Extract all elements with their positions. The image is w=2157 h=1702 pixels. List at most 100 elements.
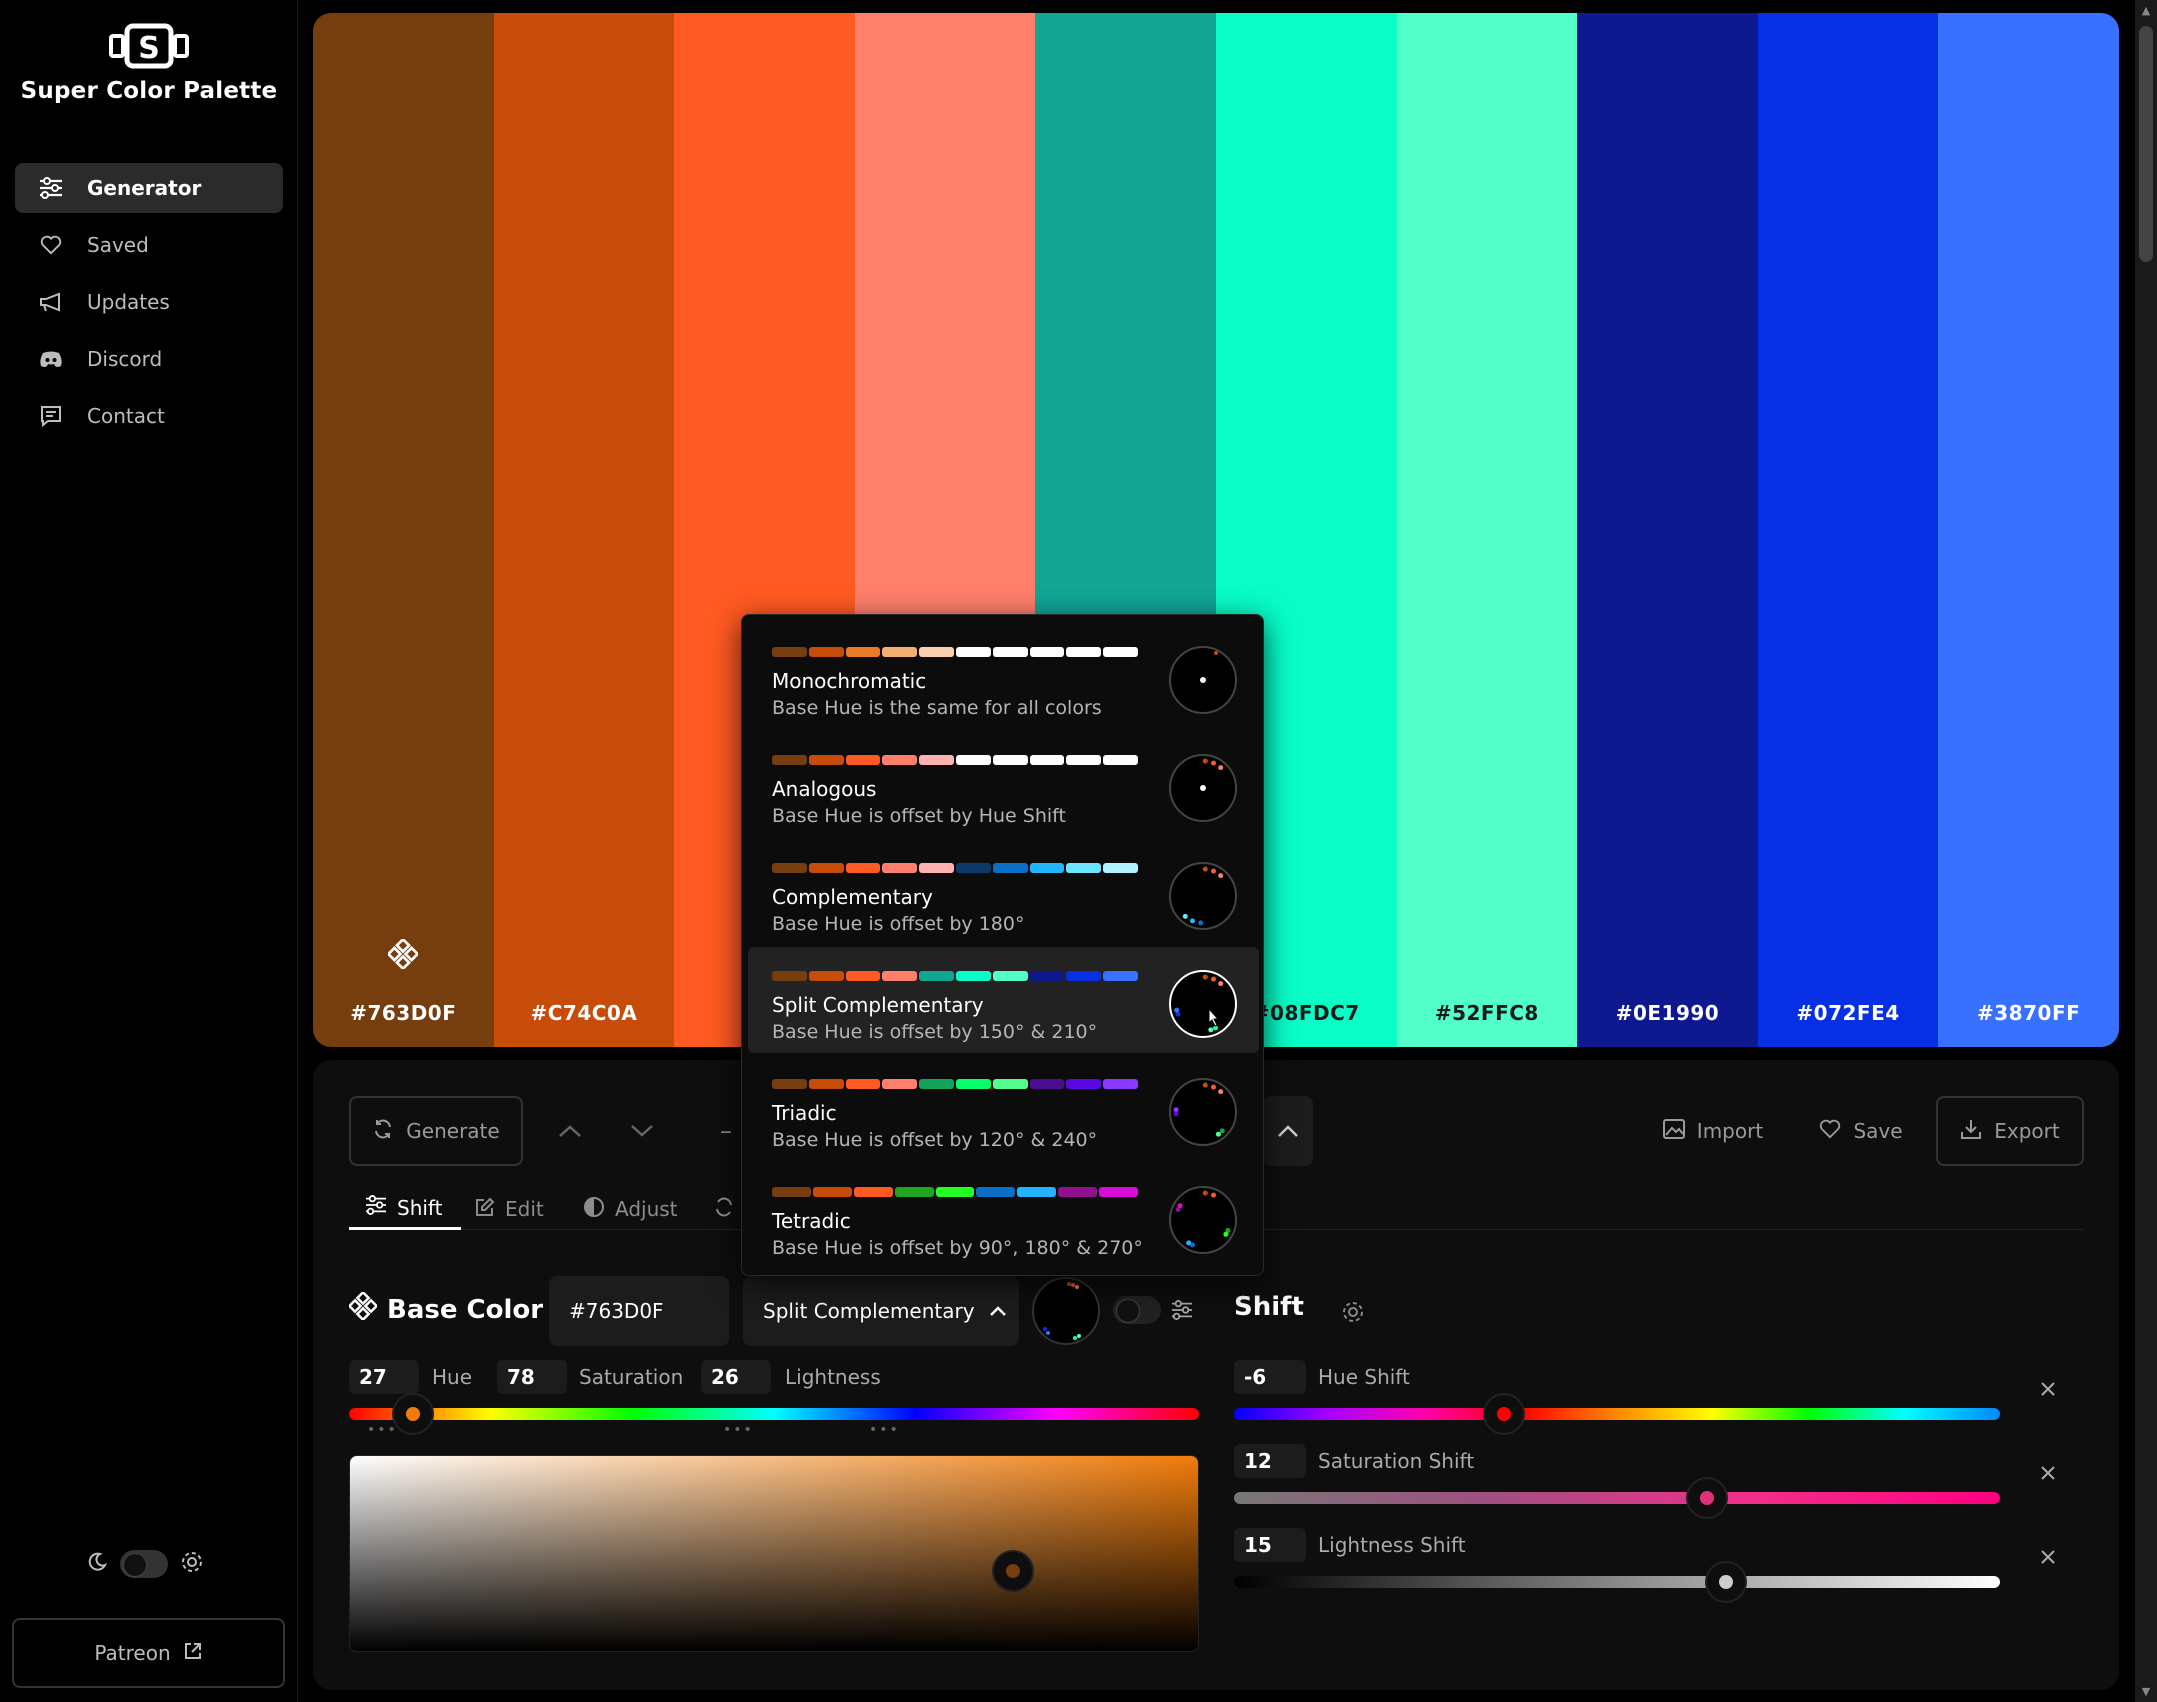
- import-button[interactable]: Import: [1653, 1096, 1773, 1166]
- close-icon[interactable]: [2033, 1542, 2063, 1572]
- preview-chip: [772, 755, 807, 765]
- gear-icon[interactable]: [180, 1550, 204, 1578]
- close-icon[interactable]: [2033, 1374, 2063, 1404]
- scheme-option-description: Base Hue is offset by 90°, 180° & 270°: [772, 1237, 1143, 1259]
- sliders-icon: [365, 1195, 387, 1220]
- scheme-wheel-icon: [1168, 861, 1238, 935]
- scrollbar[interactable]: ▲ ▼: [2135, 0, 2157, 1702]
- patreon-button[interactable]: Patreon: [12, 1618, 285, 1688]
- swatch-hex-label[interactable]: #52FFC8: [1397, 1001, 1578, 1025]
- scheme-option-split-complementary[interactable]: Split Complementary Base Hue is offset by…: [748, 947, 1259, 1053]
- lightness-shift-slider-thumb[interactable]: [1705, 1561, 1748, 1603]
- scheme-option-name: Complementary: [772, 885, 933, 909]
- swatch-hex-label[interactable]: #C74C0A: [494, 1001, 675, 1025]
- image-icon: [1662, 1118, 1685, 1144]
- hue-slider-thumb[interactable]: [391, 1393, 434, 1435]
- lightness-input[interactable]: 26: [701, 1360, 771, 1394]
- saturation-shift-label: Saturation Shift: [1318, 1449, 1475, 1473]
- scheme-toggle[interactable]: [1113, 1296, 1161, 1324]
- refresh-icon: [372, 1118, 394, 1145]
- chevron-up-icon[interactable]: [550, 1111, 590, 1151]
- swatch-hex-label[interactable]: #3870FF: [1938, 1001, 2119, 1025]
- sidebar-item-updates[interactable]: Updates: [15, 277, 283, 327]
- color-swatch[interactable]: #C74C0A: [493, 13, 675, 1047]
- preview-chip: [992, 971, 1028, 981]
- preview-chip: [845, 971, 881, 981]
- scheme-dropdown: Monochromatic Base Hue is the same for al…: [741, 614, 1264, 1276]
- scheme-option-monochromatic[interactable]: Monochromatic Base Hue is the same for al…: [748, 623, 1259, 729]
- import-label: Import: [1696, 1119, 1764, 1143]
- gear-icon[interactable]: [1341, 1300, 1365, 1328]
- close-icon[interactable]: [2033, 1458, 2063, 1488]
- hue-input[interactable]: 27: [349, 1360, 419, 1394]
- preview-chip: [1029, 863, 1065, 873]
- picker-thumb[interactable]: [992, 1550, 1034, 1593]
- sidebar-item-contact[interactable]: Contact: [15, 391, 283, 441]
- hue-slider[interactable]: [349, 1408, 1199, 1420]
- saturation-shift-input[interactable]: 12: [1234, 1444, 1306, 1478]
- tab-reset[interactable]: [713, 1188, 735, 1230]
- scroll-down-icon[interactable]: ▼: [2135, 1685, 2157, 1698]
- sidebar-item-discord[interactable]: Discord: [15, 334, 283, 384]
- scheme-option-triadic[interactable]: Triadic Base Hue is offset by 120° & 240°: [748, 1055, 1259, 1161]
- remove-color-button[interactable]: –: [706, 1111, 746, 1151]
- base-hex-input[interactable]: #763D0F: [549, 1276, 729, 1346]
- save-button[interactable]: Save: [1809, 1096, 1913, 1166]
- saturation-lightness-picker[interactable]: [349, 1455, 1199, 1652]
- scheme-option-analogous[interactable]: Analogous Base Hue is offset by Hue Shift: [748, 731, 1259, 837]
- external-link-icon: [183, 1641, 203, 1666]
- collapse-button[interactable]: [1263, 1096, 1313, 1166]
- color-swatch[interactable]: #3870FF: [1938, 13, 2119, 1047]
- preview-chip: [845, 863, 881, 873]
- base-color-label: Base Color: [387, 1294, 544, 1325]
- app-logo[interactable]: S Super Color Palette: [0, 22, 298, 104]
- lightness-shift-input[interactable]: 15: [1234, 1528, 1306, 1562]
- scheme-wheel-icon[interactable]: [1031, 1276, 1101, 1350]
- scheme-option-description: Base Hue is offset by Hue Shift: [772, 805, 1066, 827]
- preview-chip: [955, 1079, 991, 1089]
- heart-icon: [37, 231, 65, 259]
- tab-edit[interactable]: Edit: [475, 1188, 544, 1230]
- color-swatch[interactable]: #072FE4: [1757, 13, 1939, 1047]
- preview-chip: [808, 647, 844, 657]
- drag-handle-icon: •••: [869, 1422, 900, 1438]
- color-swatch[interactable]: #0E1990: [1577, 13, 1758, 1047]
- swatch-hex-label[interactable]: #0E1990: [1577, 1001, 1758, 1025]
- theme-toggle[interactable]: [120, 1550, 168, 1578]
- lightness-shift-slider[interactable]: [1234, 1576, 2000, 1588]
- sidebar-item-saved[interactable]: Saved: [15, 220, 283, 270]
- export-button[interactable]: Export: [1936, 1096, 2084, 1166]
- tab-shift[interactable]: Shift: [349, 1188, 461, 1230]
- preview-chip: [1058, 1187, 1098, 1197]
- scroll-up-icon[interactable]: ▲: [2135, 4, 2157, 17]
- tab-adjust[interactable]: Adjust: [583, 1188, 678, 1230]
- message-icon: [37, 402, 65, 430]
- sliders-icon[interactable]: [1171, 1300, 1193, 1324]
- scheme-option-tetradic[interactable]: Tetradic Base Hue is offset by 90°, 180° …: [748, 1163, 1259, 1269]
- scrollbar-thumb[interactable]: [2139, 26, 2153, 262]
- preview-chip: [808, 971, 844, 981]
- patreon-label: Patreon: [94, 1641, 171, 1665]
- preview-chip: [772, 647, 807, 657]
- preview-chip: [1066, 863, 1102, 873]
- scheme-wheel-icon: [1168, 1185, 1238, 1259]
- swatch-hex-label[interactable]: #072FE4: [1758, 1001, 1939, 1025]
- saturation-shift-slider-thumb[interactable]: [1686, 1477, 1729, 1519]
- generate-button[interactable]: Generate: [349, 1096, 523, 1166]
- chevron-down-icon[interactable]: [622, 1111, 662, 1151]
- hue-shift-input[interactable]: -6: [1234, 1360, 1306, 1394]
- sidebar-item-label: Contact: [87, 404, 165, 428]
- color-swatch[interactable]: #763D0F: [313, 13, 494, 1047]
- export-label: Export: [1994, 1119, 2060, 1143]
- saturation-shift-slider[interactable]: [1234, 1492, 2000, 1504]
- saturation-input[interactable]: 78: [497, 1360, 567, 1394]
- hue-shift-slider[interactable]: [1234, 1408, 2000, 1420]
- scheme-option-complementary[interactable]: Complementary Base Hue is offset by 180°: [748, 839, 1259, 945]
- scheme-wheel-icon: [1168, 969, 1238, 1043]
- sidebar-item-generator[interactable]: Generator: [15, 163, 283, 213]
- hue-shift-slider-thumb[interactable]: [1483, 1393, 1526, 1435]
- scheme-select[interactable]: Split Complementary: [743, 1276, 1019, 1346]
- color-swatch[interactable]: #52FFC8: [1396, 13, 1578, 1047]
- swatch-hex-label[interactable]: #763D0F: [313, 1001, 494, 1025]
- sidebar: S Super Color Palette Generator Saved Up…: [0, 0, 298, 1702]
